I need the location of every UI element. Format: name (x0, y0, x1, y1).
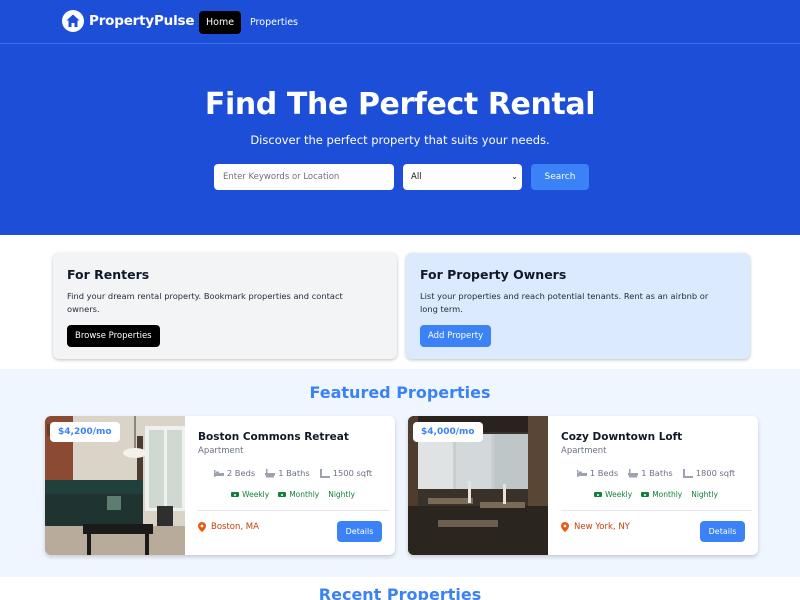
baths-count: 1 Baths (278, 468, 310, 478)
featured-section: Featured Properties $4,200/mo Boston Com… (0, 369, 800, 577)
money-icon (231, 492, 240, 497)
chevron-down-icon: ⌄ (511, 172, 518, 181)
details-button[interactable]: Details (700, 521, 745, 542)
rate-options: Weekly Monthly Nightly (198, 490, 388, 499)
sqft-spec: 1500 sqft (319, 468, 373, 478)
search-input[interactable] (214, 164, 394, 190)
bed-icon (576, 469, 587, 477)
property-location: Boston, MA (198, 522, 259, 532)
navbar: PropertyPulse Home Properties (0, 0, 800, 44)
map-marker-icon (561, 522, 569, 532)
property-specs: 2 Beds 1 Baths 1500 sqft (198, 468, 388, 478)
card-divider (198, 510, 389, 511)
beds-count: 2 Beds (226, 468, 256, 478)
location-text: New York, NY (574, 522, 630, 532)
nav-properties-link[interactable]: Properties (250, 11, 298, 34)
property-title: Cozy Downtown Loft (561, 431, 683, 443)
baths-spec: 1 Baths (628, 468, 673, 478)
search-button[interactable]: Search (531, 164, 589, 190)
featured-property-card[interactable]: $4,200/mo Boston Commons Retreat Apartme… (45, 416, 395, 555)
sqft-spec: 1800 sqft (682, 468, 736, 478)
rate-weekly-label: Weekly (242, 490, 270, 499)
beds-count: 1 Beds (589, 468, 619, 478)
browse-properties-button[interactable]: Browse Properties (67, 325, 160, 347)
ruler-icon (319, 468, 330, 478)
sqft-value: 1500 sqft (332, 468, 373, 478)
rent-price-badge: $4,200/mo (50, 422, 120, 442)
money-icon (641, 492, 650, 497)
property-specs: 1 Beds 1 Baths 1800 sqft (561, 468, 751, 478)
beds-spec: 1 Beds (576, 468, 619, 478)
sqft-value: 1800 sqft (695, 468, 736, 478)
card-divider (561, 510, 752, 511)
baths-count: 1 Baths (641, 468, 673, 478)
add-property-button[interactable]: Add Property (420, 325, 492, 347)
nav-home-link[interactable]: Home (199, 11, 242, 34)
baths-spec: 1 Baths (265, 468, 310, 478)
brand-name: PropertyPulse (89, 13, 195, 29)
featured-property-card[interactable]: $4,000/mo Cozy Downtown Loft Apartment 1… (408, 416, 758, 555)
map-marker-icon (198, 522, 206, 532)
money-icon (278, 492, 287, 497)
bed-icon (213, 469, 224, 477)
rate-monthly-label: Monthly (289, 490, 320, 499)
recent-properties-heading: Recent Properties (318, 585, 482, 600)
hero-subtitle: Discover the perfect property that suits… (250, 133, 550, 147)
rate-nightly: Nightly (328, 490, 355, 499)
rate-weekly: Weekly (594, 490, 632, 499)
property-title: Boston Commons Retreat (198, 431, 349, 443)
ruler-icon (682, 468, 693, 478)
details-button[interactable]: Details (337, 521, 382, 542)
property-location: New York, NY (561, 522, 630, 532)
house-logo-icon (62, 10, 84, 32)
bath-icon (628, 468, 639, 477)
owners-card-text: List your properties and reach potential… (420, 291, 709, 314)
rate-nightly: Nightly (691, 490, 718, 499)
owners-card: For Property Owners List your properties… (406, 253, 750, 359)
rate-nightly-label: Nightly (328, 490, 355, 499)
location-text: Boston, MA (211, 522, 259, 532)
bath-icon (265, 468, 276, 477)
property-type: Apartment (198, 446, 244, 456)
rate-monthly: Monthly (641, 490, 682, 499)
rate-options: Weekly Monthly Nightly (561, 490, 751, 499)
hero-title: Find The Perfect Rental (204, 87, 596, 122)
renters-card-title: For Renters (67, 267, 150, 282)
rate-nightly-label: Nightly (691, 490, 718, 499)
hero-section: Find The Perfect Rental Discover the per… (0, 44, 800, 235)
featured-heading: Featured Properties (309, 383, 491, 402)
rate-weekly: Weekly (231, 490, 269, 499)
renters-card: For Renters Find your dream rental prope… (53, 253, 397, 359)
money-icon (594, 492, 603, 497)
rate-monthly-label: Monthly (652, 490, 683, 499)
brand-logo[interactable]: PropertyPulse (62, 10, 194, 32)
owners-card-title: For Property Owners (420, 267, 567, 282)
rent-price-badge: $4,000/mo (413, 422, 483, 442)
property-type-selected: All (411, 172, 422, 182)
property-type-select[interactable]: All ⌄ (403, 164, 522, 190)
beds-spec: 2 Beds (213, 468, 256, 478)
rate-monthly: Monthly (278, 490, 319, 499)
property-type: Apartment (561, 446, 607, 456)
rate-weekly-label: Weekly (605, 490, 633, 499)
renters-card-text: Find your dream rental property. Bookmar… (67, 291, 343, 314)
